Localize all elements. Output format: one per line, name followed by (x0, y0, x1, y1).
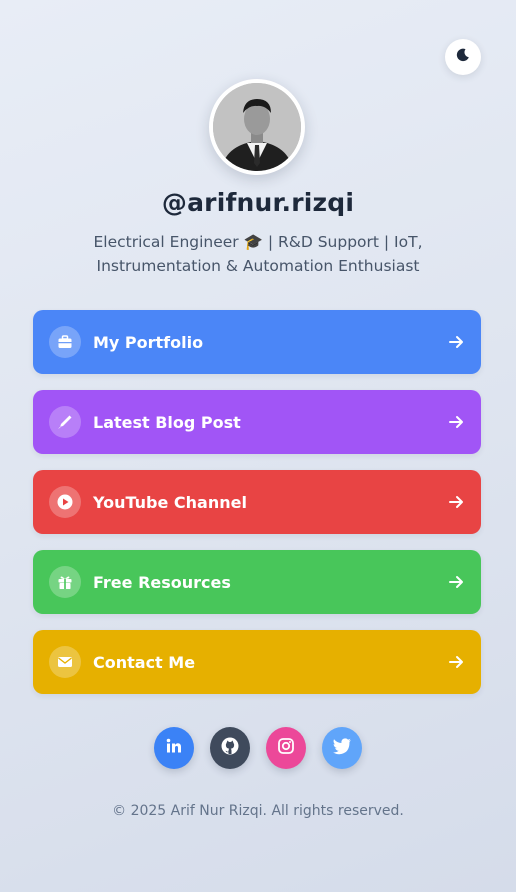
envelope-icon (49, 646, 81, 678)
moon-icon (455, 47, 471, 67)
twitter-icon (332, 737, 352, 759)
link-label: YouTube Channel (93, 492, 247, 512)
bio: Electrical Engineer 🎓 | R&D Support | Io… (93, 233, 423, 275)
blog-post-link-button[interactable]: Latest Blog Post (33, 390, 481, 454)
instagram-button[interactable] (266, 727, 306, 769)
arrow-right-icon (447, 573, 465, 591)
gift-icon (49, 566, 81, 598)
username: @arifnur.rizqi (161, 188, 355, 217)
free-resources-link-button[interactable]: Free Resources (33, 550, 481, 614)
arrow-right-icon (447, 653, 465, 671)
briefcase-icon (49, 326, 81, 358)
youtube-channel-link-button[interactable]: YouTube Channel (33, 470, 481, 534)
arrow-right-icon (447, 493, 465, 511)
link-label: Free Resources (93, 572, 231, 592)
github-icon (220, 736, 240, 760)
link-label: Contact Me (93, 652, 196, 672)
footer-copyright: © 2025 Arif Nur Rizqi. All rights reserv… (112, 803, 404, 819)
github-button[interactable] (210, 727, 250, 769)
arrow-right-icon (447, 333, 465, 351)
arrow-right-icon (447, 413, 465, 431)
social-links (0, 727, 516, 769)
link-label: Latest Blog Post (93, 412, 241, 432)
linkedin-icon (165, 737, 183, 759)
pen-icon (49, 406, 81, 438)
avatar (209, 79, 305, 175)
twitter-button[interactable] (322, 727, 362, 769)
contact-me-link-button[interactable]: Contact Me (33, 630, 481, 694)
link-label: My Portfolio (93, 332, 204, 352)
instagram-icon (277, 737, 295, 759)
linkedin-button[interactable] (154, 727, 194, 769)
play-icon (49, 486, 81, 518)
links-list: My Portfolio Latest Blog Post YouTube Ch… (33, 310, 481, 710)
theme-toggle-button[interactable] (445, 39, 481, 75)
portfolio-link-button[interactable]: My Portfolio (33, 310, 481, 374)
